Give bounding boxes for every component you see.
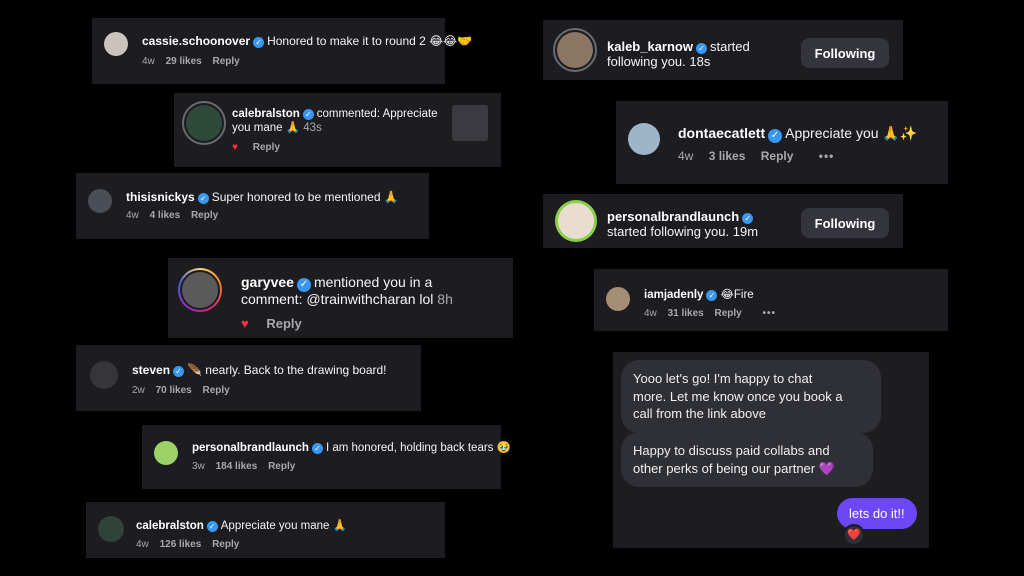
incoming-message[interactable]: Yooo let's go! I'm happy to chat more. L…	[621, 360, 881, 433]
follow-text: started following you.	[607, 224, 730, 239]
like-count[interactable]: 184 likes	[216, 461, 258, 472]
notification-text-cont: comment: @trainwithcharan lol	[241, 291, 434, 307]
username[interactable]: personalbrandlaunch	[192, 442, 309, 454]
username[interactable]: cassie.schoonover	[142, 34, 250, 48]
timestamp: 4w	[136, 539, 149, 550]
heart-reaction-icon[interactable]: ❤️	[843, 524, 865, 546]
post-thumbnail[interactable]	[452, 105, 488, 141]
avatar[interactable]	[104, 32, 128, 56]
reply-button[interactable]: Reply	[212, 539, 239, 550]
reply-button[interactable]: Reply	[761, 149, 794, 163]
username[interactable]: thisisnickys	[126, 190, 195, 204]
avatar[interactable]	[178, 268, 222, 312]
comment-card-dontaecatlett: dontaecatlett ✓ Appreciate you 🙏✨ 4w 3 lik…	[616, 101, 948, 184]
like-count[interactable]: 29 likes	[166, 56, 202, 67]
timestamp: 4w	[126, 210, 139, 221]
verified-badge-icon: ✓	[197, 193, 209, 204]
incoming-message[interactable]: Happy to discuss paid collabs and other …	[621, 432, 873, 488]
avatar[interactable]	[606, 287, 630, 311]
avatar[interactable]	[182, 101, 226, 145]
username[interactable]: personalbrandlaunch	[607, 209, 739, 224]
verified-badge-icon: ✓	[253, 37, 265, 48]
comment-card-steven: steven ✓ 🪶 nearly. Back to the drawing boa…	[76, 345, 421, 411]
following-button[interactable]: Following	[801, 208, 889, 238]
avatar[interactable]	[90, 361, 118, 389]
verified-badge-icon: ✓	[706, 290, 718, 301]
verified-badge-icon: ✓	[296, 278, 311, 292]
follow-text: started	[710, 39, 750, 54]
more-options-icon[interactable]: •••	[763, 308, 777, 319]
username[interactable]: kaleb_karnow	[607, 39, 693, 54]
username[interactable]: garyvee	[241, 274, 294, 290]
avatar[interactable]	[154, 441, 178, 465]
notification-text-cont: you mane 🙏	[232, 122, 301, 134]
verified-badge-icon: ✓	[742, 213, 754, 224]
avatar[interactable]	[555, 200, 597, 242]
comment-text: Appreciate you 🙏✨	[785, 125, 918, 141]
comment-card-personalbrandlaunch: personalbrandlaunch ✓ I am honored, holdin…	[142, 425, 511, 489]
comment-text: I am honored, holding back tears 🥹	[325, 442, 511, 454]
timestamp: 4w	[678, 149, 694, 163]
reply-button[interactable]: Reply	[191, 210, 218, 221]
username[interactable]: calebralston	[136, 520, 204, 532]
comment-card-iamjadenly: iamjadenly ✓ 😂Fire 4w 31 likes Reply •••	[594, 269, 948, 331]
more-options-icon[interactable]: •••	[819, 149, 835, 163]
comment-text: 🪶 nearly. Back to the drawing board!	[187, 363, 387, 377]
verified-badge-icon: ✓	[696, 43, 707, 54]
timestamp: 4w	[644, 308, 657, 319]
avatar[interactable]	[98, 516, 124, 542]
like-count[interactable]: 3 likes	[709, 149, 746, 163]
comment-text: Super honored to be mentioned 🙏	[211, 190, 399, 204]
reply-button[interactable]: Reply	[266, 316, 301, 331]
timestamp: 4w	[142, 56, 155, 67]
notification-text: commented: Appreciate	[316, 108, 438, 120]
timestamp: 2w	[132, 385, 145, 396]
follow-card-personalbrandlaunch: personalbrandlaunch ✓ started following y…	[543, 194, 903, 248]
verified-badge-icon: ✓	[768, 129, 783, 143]
timestamp: 18s	[689, 54, 711, 69]
comment-text: Appreciate you mane 🙏	[220, 520, 347, 532]
timestamp: 19m	[732, 224, 759, 239]
like-count[interactable]: 31 likes	[668, 308, 704, 319]
timestamp: 3w	[192, 461, 205, 472]
reply-button[interactable]: Reply	[253, 142, 280, 153]
dm-thread: Yooo let's go! I'm happy to chat more. L…	[613, 352, 929, 548]
avatar[interactable]	[628, 123, 660, 155]
follow-text-cont: following you.	[607, 54, 686, 69]
notification-text: mentioned you in a	[313, 274, 433, 290]
notification-card-garyvee: garyvee ✓ mentioned you in a comment: @tra…	[168, 258, 513, 338]
verified-badge-icon: ✓	[302, 109, 314, 120]
username[interactable]: steven	[132, 363, 170, 377]
verified-badge-icon: ✓	[173, 366, 185, 377]
username[interactable]: iamjadenly	[644, 289, 703, 301]
like-count[interactable]: 4 likes	[150, 210, 181, 221]
verified-badge-icon: ✓	[311, 443, 323, 454]
comment-text: 😂Fire	[720, 289, 754, 301]
comment-text: Honored to make it to round 2 😂😂🤝	[267, 34, 473, 48]
timestamp: 43s	[303, 122, 322, 134]
verified-badge-icon: ✓	[206, 521, 218, 532]
follow-card-kaleb: kaleb_karnow ✓ started following you. 18s …	[543, 20, 903, 80]
like-count[interactable]: 126 likes	[160, 539, 202, 550]
comment-card-cassie: cassie.schoonover ✓ Honored to make it to …	[92, 18, 472, 84]
avatar[interactable]	[88, 189, 112, 213]
comment-card-thisisnickys: thisisnickys ✓ Super honored to be mention…	[76, 173, 429, 239]
avatar[interactable]	[553, 28, 597, 72]
timestamp: 8h	[437, 291, 453, 307]
notification-card-calebralston: calebralston ✓ commented: Appreciate you m…	[174, 93, 501, 167]
comment-card-calebralston: calebralston ✓ Appreciate you mane 🙏 4w 12…	[86, 502, 445, 558]
reply-button[interactable]: Reply	[203, 385, 230, 396]
heart-icon[interactable]: ♥	[241, 316, 249, 331]
comment-meta: 4w 29 likes Reply	[142, 56, 240, 67]
username[interactable]: calebralston	[232, 108, 300, 120]
heart-icon[interactable]: ♥	[232, 142, 238, 153]
reply-button[interactable]: Reply	[213, 56, 240, 67]
following-button[interactable]: Following	[801, 38, 889, 68]
reply-button[interactable]: Reply	[268, 461, 295, 472]
reply-button[interactable]: Reply	[715, 308, 742, 319]
like-count[interactable]: 70 likes	[156, 385, 192, 396]
username[interactable]: dontaecatlett	[678, 125, 765, 141]
